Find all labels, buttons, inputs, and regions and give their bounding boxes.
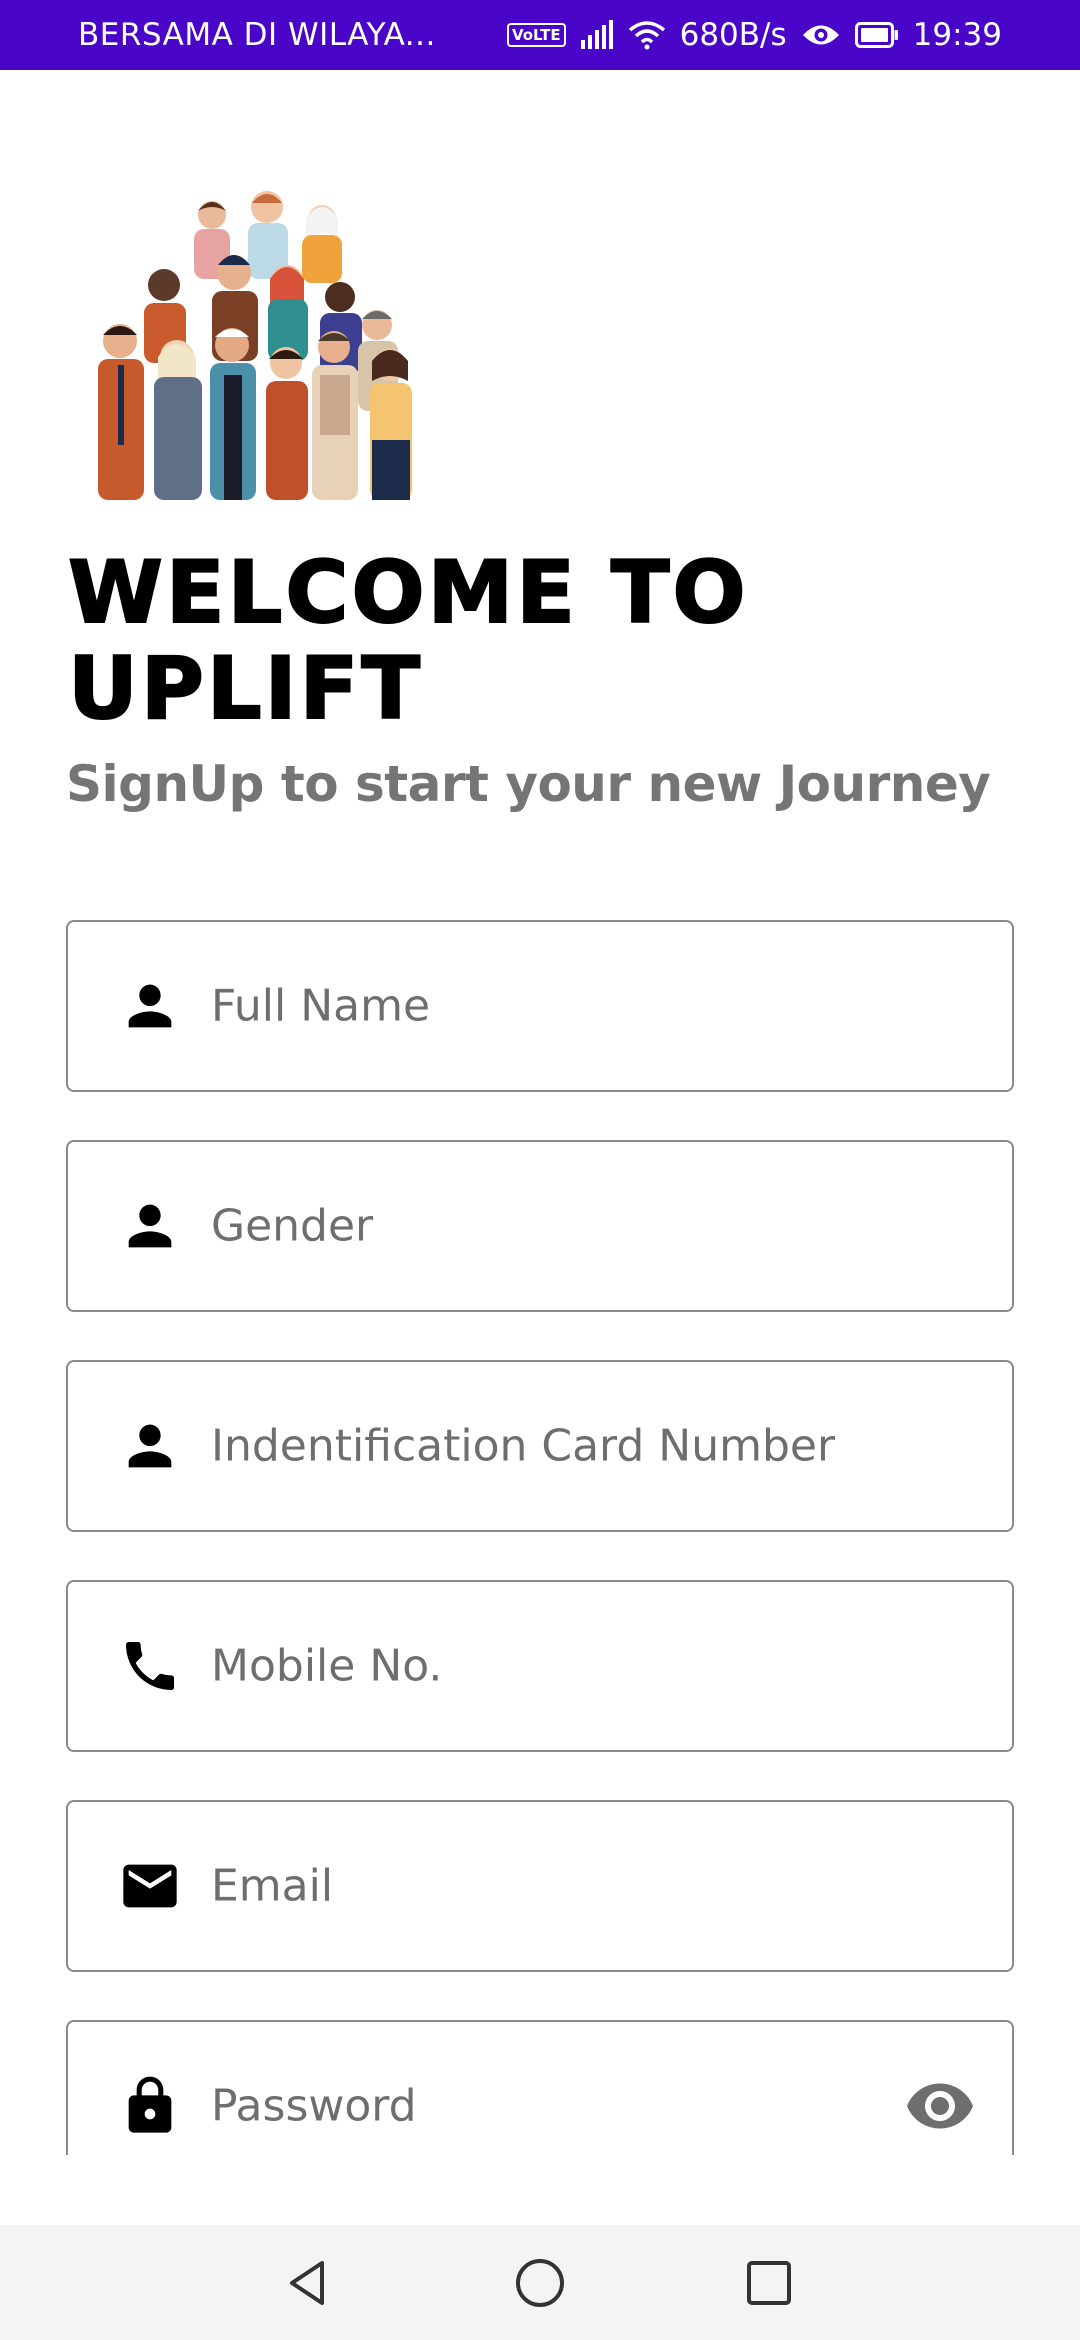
back-icon[interactable] [278, 2253, 338, 2313]
person-icon [118, 1414, 182, 1478]
id-card-number-placeholder: Indentification Card Number [211, 1420, 836, 1472]
page-title: WELCOME TO UPLIFT [67, 543, 968, 739]
navigation-bar [0, 2225, 1080, 2340]
person-icon [118, 974, 182, 1038]
email-placeholder: Email [211, 1860, 334, 1912]
home-icon[interactable] [510, 2253, 570, 2313]
password-field[interactable]: Password [66, 2020, 1014, 2155]
recents-icon[interactable] [739, 2253, 799, 2313]
clock: 19:39 [912, 17, 1002, 53]
mobile-number-placeholder: Mobile No. [211, 1640, 443, 1692]
status-icons: VoLTE 680B/s 19:39 [506, 17, 1002, 53]
person-icon [118, 1194, 182, 1258]
signal-icon [580, 20, 614, 50]
id-card-number-field[interactable]: Indentification Card Number [66, 1360, 1014, 1532]
mobile-number-field[interactable]: Mobile No. [66, 1580, 1014, 1752]
status-bar: BERSAMA DI WILAYA... VoLTE 680B/s 19:39 [0, 0, 1080, 70]
gender-field[interactable]: Gender [66, 1140, 1014, 1312]
eye-icon [801, 22, 841, 48]
network-speed: 680B/s [679, 17, 787, 53]
full-name-field[interactable]: Full Name [66, 920, 1014, 1092]
full-name-placeholder: Full Name [211, 980, 431, 1032]
title-line-1: WELCOME TO [67, 543, 749, 643]
gender-placeholder: Gender [211, 1200, 374, 1252]
phone-icon [118, 1634, 182, 1698]
eye-icon[interactable] [904, 2070, 976, 2142]
volte-badge: VoLTE [506, 23, 566, 47]
carrier-name: BERSAMA DI WILAYA... [78, 17, 436, 53]
battery-icon [854, 22, 899, 48]
title-line-2: UPLIFT [67, 639, 424, 739]
password-placeholder: Password [211, 2080, 417, 2132]
email-field[interactable]: Email [66, 1800, 1014, 1972]
wifi-icon [628, 20, 666, 50]
mail-icon [118, 1854, 182, 1918]
people-illustration [72, 185, 452, 500]
lock-icon [118, 2074, 182, 2138]
signup-screen: WELCOME TO UPLIFT SignUp to start your n… [0, 70, 1080, 2155]
page-subtitle: SignUp to start your new Journey [66, 755, 991, 813]
